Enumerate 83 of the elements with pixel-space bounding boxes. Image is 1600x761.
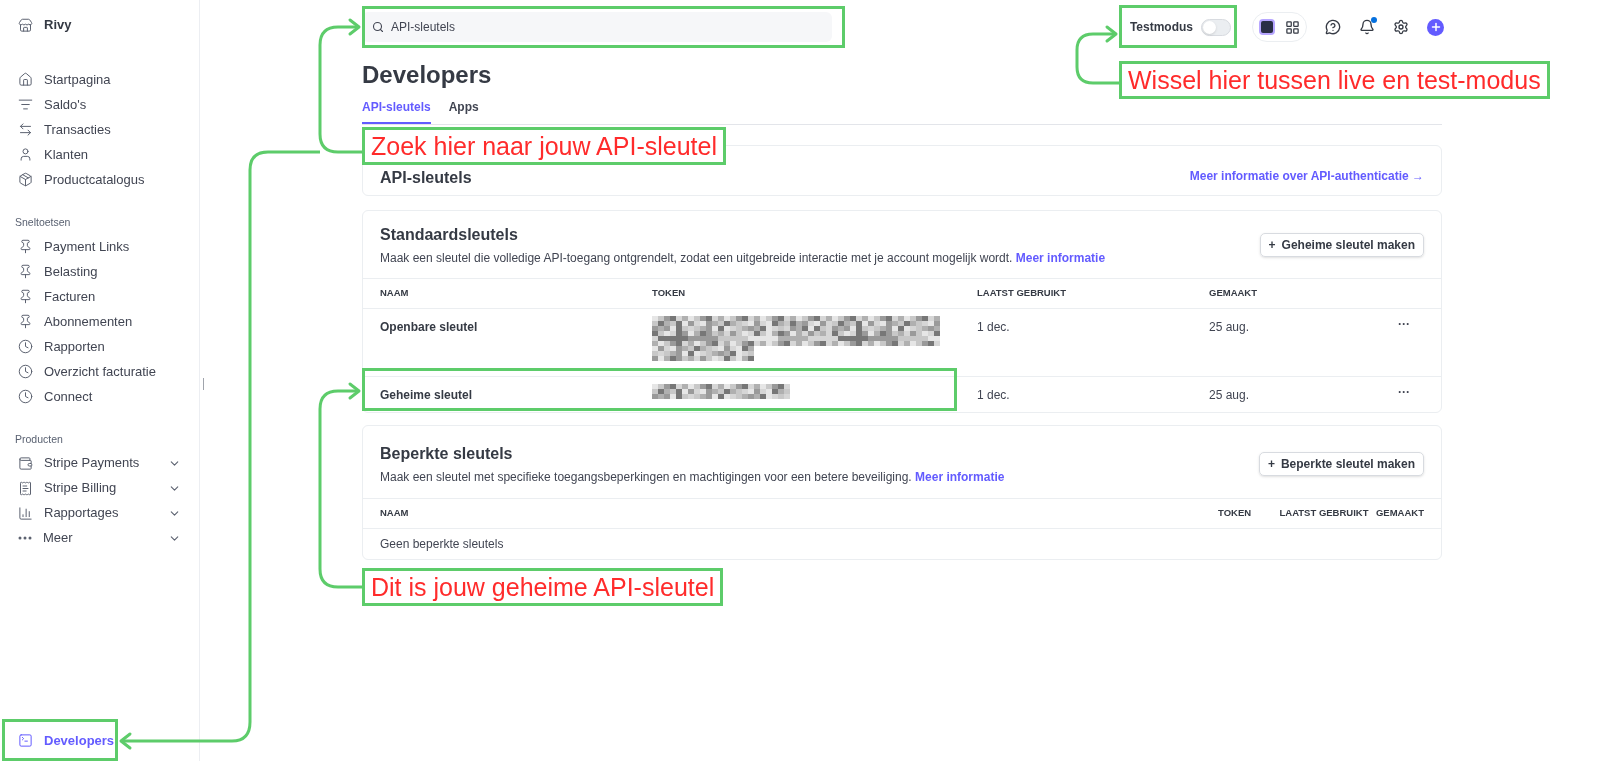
sidebar-item-icon [18,388,33,404]
sidebar-item-icon [18,147,33,162]
sidebar-item-icon [18,72,33,87]
more-button[interactable]: ··· [1384,384,1424,400]
sidebar-item[interactable]: Startpagina [0,67,199,92]
sidebar-item-icon [18,238,33,254]
info-link[interactable]: Meer informatie [1015,250,1106,265]
card-description: Maak een sleutel met specifieke toegangsbeperkingen en machtigingen voor een betere beveiliging. Meer informatie [380,469,1005,486]
column-header: LAATST GEBRUIKT [1278,506,1370,521]
info-link[interactable]: Meer informatie over API-authenticatie → [1189,167,1424,185]
sidebar-item[interactable]: Facturen [0,283,199,309]
sidebar-item-icon [18,733,33,748]
sidebar-item-icon [18,363,33,379]
section-heading: Producten [14,431,64,447]
apps-icon[interactable] [1285,19,1300,35]
key-name: Geheime sleutel [380,387,474,404]
sidebar-item-icon [18,122,33,137]
sidebar-item[interactable]: Productcatalogus [0,167,199,192]
test-mode-toggle[interactable] [1201,18,1231,36]
create-key-button[interactable]: + Beperkte sleutel maken [1258,452,1424,476]
sidebar-item[interactable]: Stripe Billing [0,475,199,501]
card-description: Maak een sleutel die volledige API-toegang ontgrendelt, zodat een uitgebreide interactie met je account mogelijk wordt. Meer informatie [380,249,1106,267]
sidebar-item-icon [18,455,33,471]
sidebar-item[interactable]: Rapporten [0,333,199,359]
sidebar-item[interactable]: Belasting [0,258,199,284]
sidebar-item[interactable]: Klanten [0,142,199,167]
card-title: API-sleutels [380,169,472,187]
column-header: LAATST GEBRUIKT [977,286,1067,301]
create-key-button[interactable]: + Geheime sleutel maken [1259,232,1424,257]
callout: Dit is jouw geheime API-sleutel [362,568,724,606]
connector-arrow [1075,25,1119,85]
table-cell-text: 25 aug. [1209,387,1251,404]
sidebar-item[interactable]: Saldo's [0,92,199,117]
resize-handle[interactable] [203,378,204,390]
sidebar-item-icon [18,338,33,354]
card-title: Standaardsleutels [380,224,519,245]
sidebar-item[interactable]: Meer [0,525,199,551]
sidebar-item[interactable]: Connect [0,383,199,409]
empty-message: Geen beperkte sleutels [379,536,505,553]
sidebar-item-icon [18,263,33,279]
column-header: GEMAAKT [1374,506,1424,521]
tab[interactable]: API-sleutels [362,98,431,124]
column-header: TOKEN [1218,506,1253,521]
sidebar-item[interactable]: Overzicht facturatie [0,358,199,384]
account-name: Rivy [44,16,72,35]
search-icon [372,21,384,33]
sidebar-item[interactable]: Payment Links [0,233,199,259]
sidebar-item[interactable]: Rapportages [0,500,199,526]
sidebar-item-icon [18,172,33,187]
settings-icon[interactable] [1393,19,1409,35]
sidebar-item-icon [18,505,33,521]
search-field[interactable]: API-sleutels [362,12,832,42]
toggle-label: Testmodus [1129,19,1193,36]
callout: Zoek hier naar jouw API-sleutel [362,127,726,165]
assistant-icon[interactable] [1259,19,1275,35]
tab[interactable]: Apps [448,98,479,124]
more-button[interactable]: ··· [1384,316,1424,332]
sidebar-item[interactable]: Transacties [0,117,199,142]
table-cell-text: 25 aug. [1209,319,1251,336]
store-icon [18,17,33,33]
sidebar-item-icon [18,480,33,496]
table-cell-text: 1 dec. [977,319,1011,336]
sidebar-item-icon [18,288,33,304]
add-icon[interactable] [1427,18,1444,36]
sidebar-item[interactable]: Stripe Payments [0,450,199,476]
column-header: NAAM [380,286,410,301]
sidebar-item-icon [18,313,33,329]
page-title: Developers [362,60,492,90]
info-link[interactable]: Meer informatie [915,470,1005,484]
card-title: Beperkte sleutels [380,444,514,464]
key-name: Openbare sleutel [380,319,479,336]
section-heading: Sneltoetsen [14,215,72,230]
sidebar-item-icon [18,97,33,112]
column-header: TOKEN [652,286,687,301]
callout: Wissel hier tussen live en test-modus [1119,61,1550,99]
sidebar-item-icon [18,536,32,540]
table-cell-text: 1 dec. [977,387,1011,404]
column-header: NAAM [380,506,410,521]
help-icon[interactable] [1325,19,1341,35]
notification-icon[interactable] [1359,19,1375,35]
sidebar-item[interactable]: Abonnementen [0,308,199,334]
column-header: GEMAAKT [1209,286,1259,301]
sidebar-item[interactable]: Developers [0,728,199,753]
